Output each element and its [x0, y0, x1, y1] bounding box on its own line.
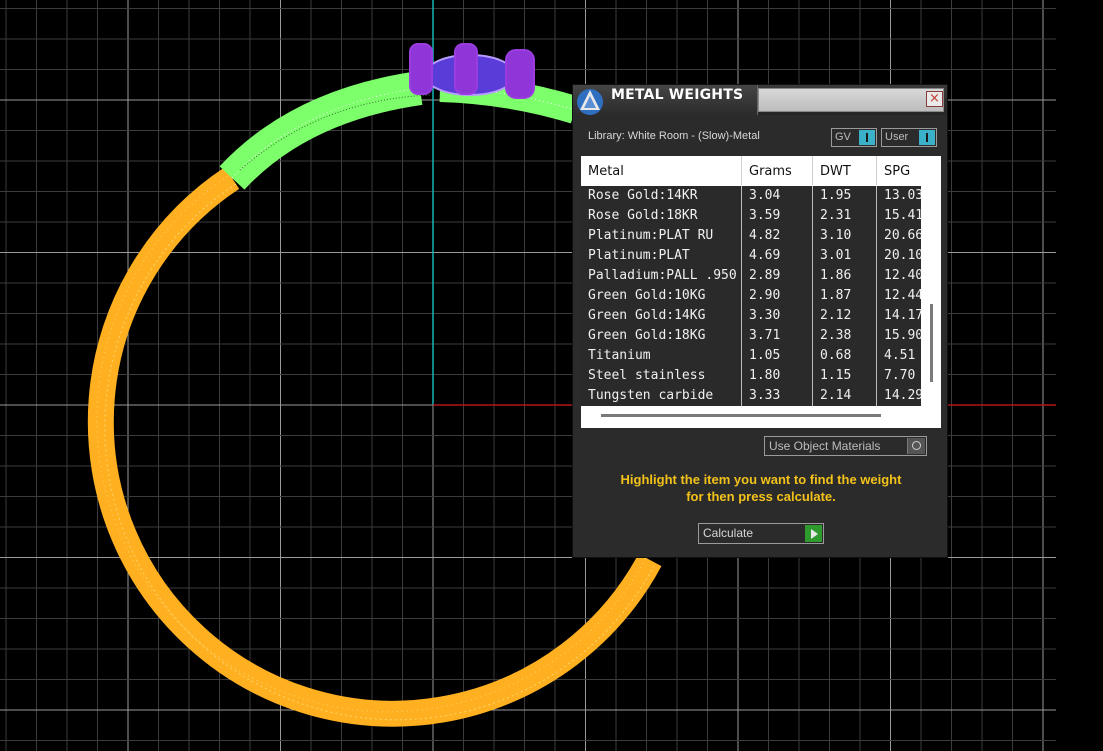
metal-weights-dialog: METAL WEIGHTS × Library: White Room - (S… [572, 84, 948, 558]
column-header-spg[interactable]: SPG [877, 156, 921, 185]
table-header: Metal Grams DWT SPG [581, 156, 921, 185]
table-cell: Green Gold:10KG [581, 286, 742, 306]
table-cell: 3.30 [742, 306, 813, 326]
table-cell: 4.82 [742, 226, 813, 246]
table-cell: Green Gold:14KG [581, 306, 742, 326]
table-cell: 0.68 [813, 346, 877, 366]
play-arrow-icon [805, 525, 822, 542]
gv-toggle-label: GV [835, 131, 851, 143]
table-cell: 1.05 [742, 346, 813, 366]
calculate-label: Calculate [703, 526, 754, 540]
table-cell: 2.38 [813, 326, 877, 346]
horizontal-scrollbar-thumb[interactable] [601, 414, 881, 417]
viewport-edge [1056, 0, 1103, 751]
radio-icon [907, 438, 925, 454]
table-cell: 15.90 [884, 328, 921, 343]
user-toggle-label: User [885, 131, 909, 143]
table-cell: 2.14 [813, 386, 877, 406]
table-cell: 1.15 [813, 366, 877, 386]
metal-table[interactable]: Metal Grams DWT SPG Rose Gold:14KR 3.04 1.… [581, 156, 941, 428]
toggle-knob-icon [919, 130, 935, 145]
table-cell: Rose Gold:18KR [581, 206, 742, 226]
instruction-text: Highlight the item you want to find the … [585, 471, 937, 505]
table-cell: 3.04 [742, 186, 813, 206]
table-cell: Rose Gold:14KR [581, 186, 742, 206]
table-body: Rose Gold:14KR 3.04 1.95 13.03 Rose Gold:18K… [581, 186, 921, 406]
table-cell: 2.90 [742, 286, 813, 306]
table-cell: 3.59 [742, 206, 813, 226]
table-cell: 2.31 [813, 206, 877, 226]
table-cell: 4.51 [884, 348, 916, 363]
calculate-button[interactable]: Calculate [698, 523, 824, 544]
table-cell: 7.70 [884, 368, 916, 383]
instruction-line-1: Highlight the item you want to find the … [620, 472, 902, 487]
table-cell: Green Gold:18KG [581, 326, 742, 346]
table-cell: 1.80 [742, 366, 813, 386]
table-cell: 1.87 [813, 286, 877, 306]
column-header-metal[interactable]: Metal [581, 156, 742, 185]
table-cell: 2.89 [742, 266, 813, 286]
close-button[interactable]: × [926, 91, 943, 107]
table-cell: 13.03 [884, 188, 921, 203]
table-row[interactable]: Green Gold:10KG 2.90 1.87 12.44 [581, 286, 921, 307]
table-cell: Titanium [581, 346, 742, 366]
ring-top [219, 71, 580, 190]
table-row[interactable]: Platinum:PLAT 4.69 3.01 20.10 [581, 246, 921, 267]
table-cell: Platinum:PLAT [581, 246, 742, 266]
table-row[interactable]: Platinum:PLAT RU 4.82 3.10 20.66 [581, 226, 921, 247]
app-logo-icon [577, 89, 603, 115]
table-row[interactable]: Green Gold:14KG 3.30 2.12 14.17 [581, 306, 921, 327]
horizontal-scrollbar[interactable] [581, 406, 941, 428]
column-header-grams[interactable]: Grams [742, 156, 813, 185]
table-row[interactable]: Rose Gold:18KR 3.59 2.31 15.41 [581, 206, 921, 227]
use-object-materials-toggle[interactable]: Use Object Materials [764, 436, 927, 456]
table-cell: 14.17 [884, 308, 921, 323]
table-cell: 3.01 [813, 246, 877, 266]
titlebar-fill [758, 88, 944, 112]
table-row[interactable]: Tungsten carbide 3.33 2.14 14.29 [581, 386, 921, 406]
table-cell: 3.10 [813, 226, 877, 246]
table-cell: Platinum:PLAT RU [581, 226, 742, 246]
table-row[interactable]: Rose Gold:14KR 3.04 1.95 13.03 [581, 186, 921, 207]
table-cell: 1.95 [813, 186, 877, 206]
dialog-title: METAL WEIGHTS [611, 87, 744, 103]
table-cell: 15.41 [884, 208, 921, 223]
table-row[interactable]: Palladium:PALL .950 2.89 1.86 12.40 [581, 266, 921, 287]
instruction-line-2: for then press calculate. [686, 489, 836, 504]
table-cell: 4.69 [742, 246, 813, 266]
table-cell: Tungsten carbide [581, 386, 742, 406]
user-toggle[interactable]: User [881, 128, 937, 147]
table-cell: 20.10 [884, 248, 921, 263]
use-object-materials-label: Use Object Materials [769, 439, 881, 453]
table-cell: 14.29 [884, 388, 921, 403]
table-row[interactable]: Green Gold:18KG 3.71 2.38 15.90 [581, 326, 921, 347]
table-row[interactable]: Titanium 1.05 0.68 4.51 [581, 346, 921, 367]
table-cell: Steel stainless [581, 366, 742, 386]
table-cell: 12.44 [884, 288, 921, 303]
close-icon: × [929, 91, 940, 106]
gv-toggle[interactable]: GV [831, 128, 877, 147]
table-cell: 2.12 [813, 306, 877, 326]
ring-setting [409, 43, 535, 99]
ring-band [87, 167, 662, 727]
toggle-knob-icon [859, 130, 875, 145]
table-cell: 20.66 [884, 228, 921, 243]
table-cell: 3.33 [742, 386, 813, 406]
library-label: Library: White Room - (Slow)-Metal [588, 130, 760, 142]
dialog-titlebar[interactable]: METAL WEIGHTS × [573, 85, 947, 115]
table-cell: 12.40 [884, 268, 921, 283]
table-row[interactable]: Steel stainless 1.80 1.15 7.70 [581, 366, 921, 387]
table-cell: Palladium:PALL .950 [581, 266, 742, 286]
column-header-dwt[interactable]: DWT [813, 156, 877, 185]
table-cell: 3.71 [742, 326, 813, 346]
vertical-scrollbar[interactable] [922, 186, 941, 406]
vertical-scrollbar-thumb[interactable] [930, 304, 933, 382]
table-cell: 1.86 [813, 266, 877, 286]
